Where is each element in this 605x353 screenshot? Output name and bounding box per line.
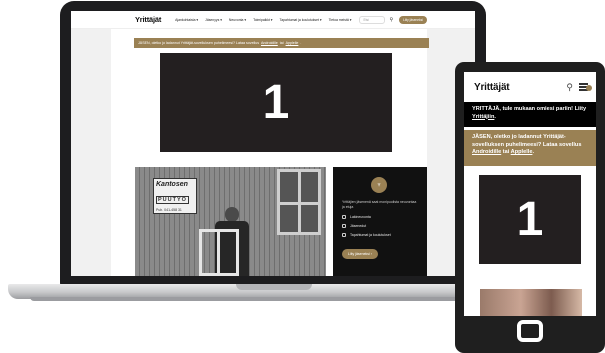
desktop-menu: Ajankohtaista ▾ Jäsenyys ▾ Neuvonta ▾ To… [175, 18, 351, 22]
desktop-side-panel: ♆ Yrittäjien jäsenenä saat monipuolista … [333, 167, 427, 276]
banner-apple-link[interactable]: Applelle [286, 41, 299, 45]
banner-text: JÄSEN, oletko jo ladannut Yrittäjät-sove… [138, 41, 259, 45]
nav-item-ajankohtaista[interactable]: Ajankohtaista ▾ [175, 18, 198, 22]
nav-item-jasenyys[interactable]: Jäsenyys ▾ [205, 18, 222, 22]
desktop-app-banner: JÄSEN, oletko jo ladannut Yrittäjät-sove… [134, 38, 429, 48]
photo-window-frame [199, 229, 239, 276]
mobile-header: Yrittäjät ⚲ [464, 72, 596, 102]
nav-item-tietoa[interactable]: Tietoa meistä ▾ [329, 18, 352, 22]
gift-icon [342, 223, 346, 228]
mobile-app-banner: JÄSEN, oletko jo ladannut Yrittäjät-sove… [464, 130, 596, 166]
desktop-navbar: Yrittäjät Ajankohtaista ▾ Jäsenyys ▾ Neu… [71, 11, 475, 29]
trophy-icon: ♆ [371, 177, 387, 193]
side-item-label: Jäsenedut [350, 223, 367, 228]
mobile-join-link[interactable]: Yrittäjiin [472, 114, 494, 120]
mobile-video-number: 1 [516, 193, 544, 246]
mobile-member-end: . [532, 149, 534, 156]
mobile-join-banner: YRITTÄJÄ, tule mukaan omiesi pariin! Lii… [464, 102, 596, 127]
home-button-icon[interactable] [517, 320, 543, 342]
side-item-lakineuvonta[interactable]: Lakineuvonta [342, 214, 418, 219]
phone-screen: Yrittäjät ⚲ YRITTÄJÄ, tule mukaan omiesi… [464, 72, 596, 316]
video-number: 1 [262, 76, 290, 129]
calendar-icon [342, 232, 346, 237]
photo-sign: Kantosen PUUTYÖ Puh. 041-458 31 [153, 178, 197, 214]
search-icon[interactable]: ⚲ [389, 17, 393, 23]
search-icon[interactable]: ⚲ [566, 82, 573, 93]
mobile-photo [480, 289, 582, 316]
banner-between: tai [279, 41, 284, 45]
sign-phone: Puh. 041-458 31 [156, 208, 182, 212]
mobile-video-player[interactable]: 1 [479, 175, 581, 264]
mobile-apple-link[interactable]: Applelle [511, 149, 533, 155]
banner-end: . [300, 41, 302, 45]
mobile-join-end: . [494, 113, 496, 120]
notification-dot-icon [586, 85, 592, 91]
desktop-join-button[interactable]: Liity jäseneksi [399, 15, 427, 24]
side-item-label: Lakineuvonta [350, 214, 371, 219]
desktop-logo[interactable]: Yrittäjät [135, 15, 161, 24]
laptop-foot [30, 297, 518, 301]
side-item-tapahtumat[interactable]: Tapahtumat ja koulutukset [342, 232, 418, 237]
laptop-screen: Yrittäjät Ajankohtaista ▾ Jäsenyys ▾ Neu… [71, 11, 475, 276]
desktop-hero-photo: Kantosen PUUTYÖ Puh. 041-458 31 [135, 167, 326, 276]
sign-subtitle: PUUTYÖ [156, 196, 189, 204]
nav-item-tapahtumat[interactable]: Tapahtumat ja koulutukset ▾ [280, 18, 322, 22]
sign-title: Kantosen [156, 181, 188, 188]
mobile-member-text: JÄSEN, oletko jo ladannut Yrittäjät-sove… [472, 134, 582, 148]
side-panel-intro: Yrittäjien jäsenenä saat monipuolista ne… [342, 200, 417, 209]
side-panel-list: Lakineuvonta Jäsenedut Tapahtumat ja kou… [342, 214, 418, 237]
device-mockup: Yrittäjät Ajankohtaista ▾ Jäsenyys ▾ Neu… [0, 0, 605, 353]
mobile-between: tai [502, 149, 510, 156]
mobile-android-link[interactable]: Androidille [472, 149, 501, 155]
mobile-logo[interactable]: Yrittäjät [474, 82, 510, 93]
side-item-label: Tapahtumat ja koulutukset [350, 232, 391, 237]
banner-android-link[interactable]: Androidille [261, 41, 278, 45]
nav-item-toimipaikat[interactable]: Toimipaikkt ▾ [253, 18, 272, 22]
person-head [225, 207, 239, 222]
desktop-video-player[interactable]: 1 [160, 53, 392, 152]
desktop-search-input[interactable]: Etsi [359, 15, 386, 24]
side-join-button[interactable]: Liity jäseneksi › [342, 248, 378, 259]
scale-icon [342, 214, 346, 219]
side-item-jasenedut[interactable]: Jäsenedut [342, 223, 418, 228]
nav-item-neuvonta[interactable]: Neuvonta ▾ [229, 18, 246, 22]
mobile-join-text: YRITTÄJÄ, tule mukaan omiesi pariin! Lii… [472, 106, 587, 112]
photo-window [277, 169, 321, 235]
laptop-notch [236, 284, 312, 290]
